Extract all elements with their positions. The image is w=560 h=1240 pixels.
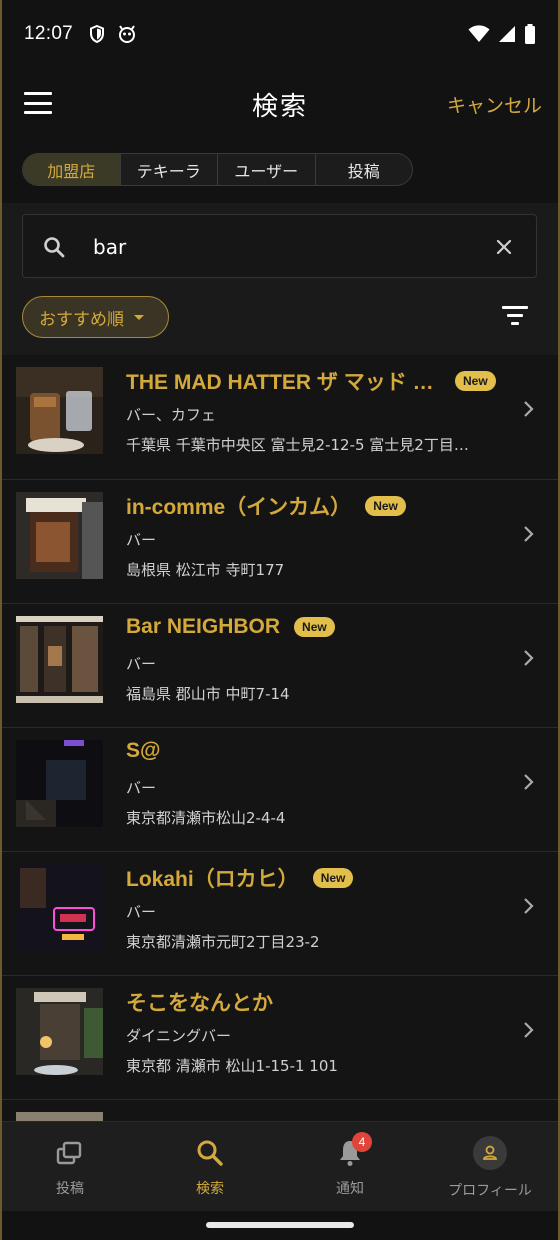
nav-label: 検索	[196, 1181, 224, 1197]
chevron-right-icon	[524, 774, 534, 790]
store-category: バー	[126, 903, 157, 921]
search-input[interactable]	[93, 227, 473, 267]
cell-signal-icon	[499, 26, 515, 42]
chevron-right-icon	[524, 650, 534, 666]
filter-icon[interactable]	[502, 306, 528, 326]
app-bar: 検索 キャンセル	[0, 68, 560, 140]
search-panel: おすすめ順	[0, 203, 560, 355]
nav-label: プロフィール	[448, 1183, 532, 1199]
search-category-tabs: 加盟店 テキーラ ユーザー 投稿	[22, 153, 413, 186]
store-thumbnail	[16, 740, 103, 827]
list-item[interactable]: Bar NEIGHBOR New バー 福島県 郡山市 中町7-14	[0, 603, 560, 727]
store-category: バー	[126, 779, 157, 797]
store-thumbnail	[16, 988, 103, 1075]
tab-posts[interactable]: 投稿	[316, 154, 413, 185]
posts-icon	[56, 1141, 82, 1165]
chevron-right-icon	[524, 526, 534, 542]
list-item[interactable]: THE MAD HATTER ザ マッド … New バー、カフェ 千葉県 千葉…	[0, 355, 560, 479]
store-thumbnail	[16, 864, 103, 951]
bottom-navigation: 投稿 検索 4 通知 プロフィール	[0, 1121, 560, 1211]
notification-count-badge: 4	[352, 1132, 372, 1152]
status-time: 12:07	[24, 23, 74, 44]
store-name: THE MAD HATTER ザ マッド …	[126, 371, 434, 394]
chevron-right-icon	[524, 898, 534, 914]
sort-dropdown[interactable]: おすすめ順	[22, 296, 169, 338]
store-address: 千葉県 千葉市中央区 富士見2-12-5 富士見2丁目…	[126, 436, 469, 454]
home-indicator[interactable]	[206, 1222, 354, 1228]
new-badge: New	[365, 496, 406, 516]
tab-users[interactable]: ユーザー	[218, 154, 316, 185]
store-category: バー	[126, 531, 157, 549]
store-category: バー、カフェ	[126, 406, 216, 424]
person-icon	[483, 1145, 497, 1160]
tab-tequila[interactable]: テキーラ	[121, 154, 218, 185]
nav-search[interactable]: 検索	[140, 1122, 280, 1211]
store-category: バー	[126, 655, 157, 673]
battery-icon	[525, 24, 535, 44]
clear-search-icon[interactable]	[494, 237, 514, 257]
nav-notifications[interactable]: 4 通知	[280, 1122, 420, 1211]
nav-label: 投稿	[56, 1181, 84, 1197]
nav-profile[interactable]: プロフィール	[420, 1122, 560, 1211]
store-address: 東京都清瀬市松山2-4-4	[126, 809, 286, 827]
store-name: Bar NEIGHBOR	[126, 615, 281, 638]
store-thumbnail	[16, 616, 103, 703]
new-badge: New	[312, 868, 354, 888]
app-screen: 12:07 検索 キャンセル 加盟店 テキーラ ユーザー 投稿 bar おすすめ…	[0, 0, 560, 1240]
store-address: 東京都清瀬市元町2丁目23-2	[126, 933, 320, 951]
list-item[interactable]: そこをなんとか ダイニングバー 東京都 清瀬市 松山1-15-1 101	[0, 975, 560, 1099]
store-name: in-comme（インカム）	[126, 496, 352, 519]
app-notification-icon	[119, 25, 136, 43]
store-thumbnail	[16, 492, 103, 579]
results-list: THE MAD HATTER ザ マッド … New バー、カフェ 千葉県 千葉…	[0, 355, 560, 1223]
nav-posts[interactable]: 投稿	[0, 1122, 140, 1211]
store-name: そこをなんとか	[126, 992, 273, 1015]
nav-label: 通知	[336, 1181, 364, 1197]
chevron-right-icon	[524, 401, 534, 417]
store-address: 東京都 清瀬市 松山1-15-1 101	[126, 1057, 338, 1075]
search-icon	[197, 1140, 223, 1166]
chevron-right-icon	[524, 1022, 534, 1038]
search-box	[22, 214, 537, 278]
avatar	[473, 1136, 507, 1170]
sort-label: おすすめ順	[39, 309, 124, 330]
new-badge: New	[455, 371, 496, 391]
shield-icon	[90, 24, 105, 44]
new-badge: New	[294, 617, 335, 637]
caret-down-icon	[134, 314, 144, 320]
list-item[interactable]: in-comme（インカム） New バー 島根県 松江市 寺町177	[0, 479, 560, 603]
store-name: S@	[126, 739, 161, 762]
store-category: ダイニングバー	[126, 1027, 232, 1045]
list-item[interactable]: S@ バー 東京都清瀬市松山2-4-4	[0, 727, 560, 851]
store-name: Lokahi（ロカヒ）	[126, 868, 299, 891]
tab-stores[interactable]: 加盟店	[23, 154, 121, 185]
store-address: 福島県 郡山市 中町7-14	[126, 685, 290, 703]
store-thumbnail	[16, 367, 103, 454]
list-item[interactable]: Lokahi（ロカヒ） New バー 東京都清瀬市元町2丁目23-2	[0, 851, 560, 975]
wifi-icon	[468, 25, 490, 42]
status-bar: 12:07	[0, 0, 560, 68]
search-icon	[44, 237, 65, 258]
store-address: 島根県 松江市 寺町177	[126, 561, 285, 579]
cancel-button[interactable]: キャンセル	[447, 91, 542, 118]
